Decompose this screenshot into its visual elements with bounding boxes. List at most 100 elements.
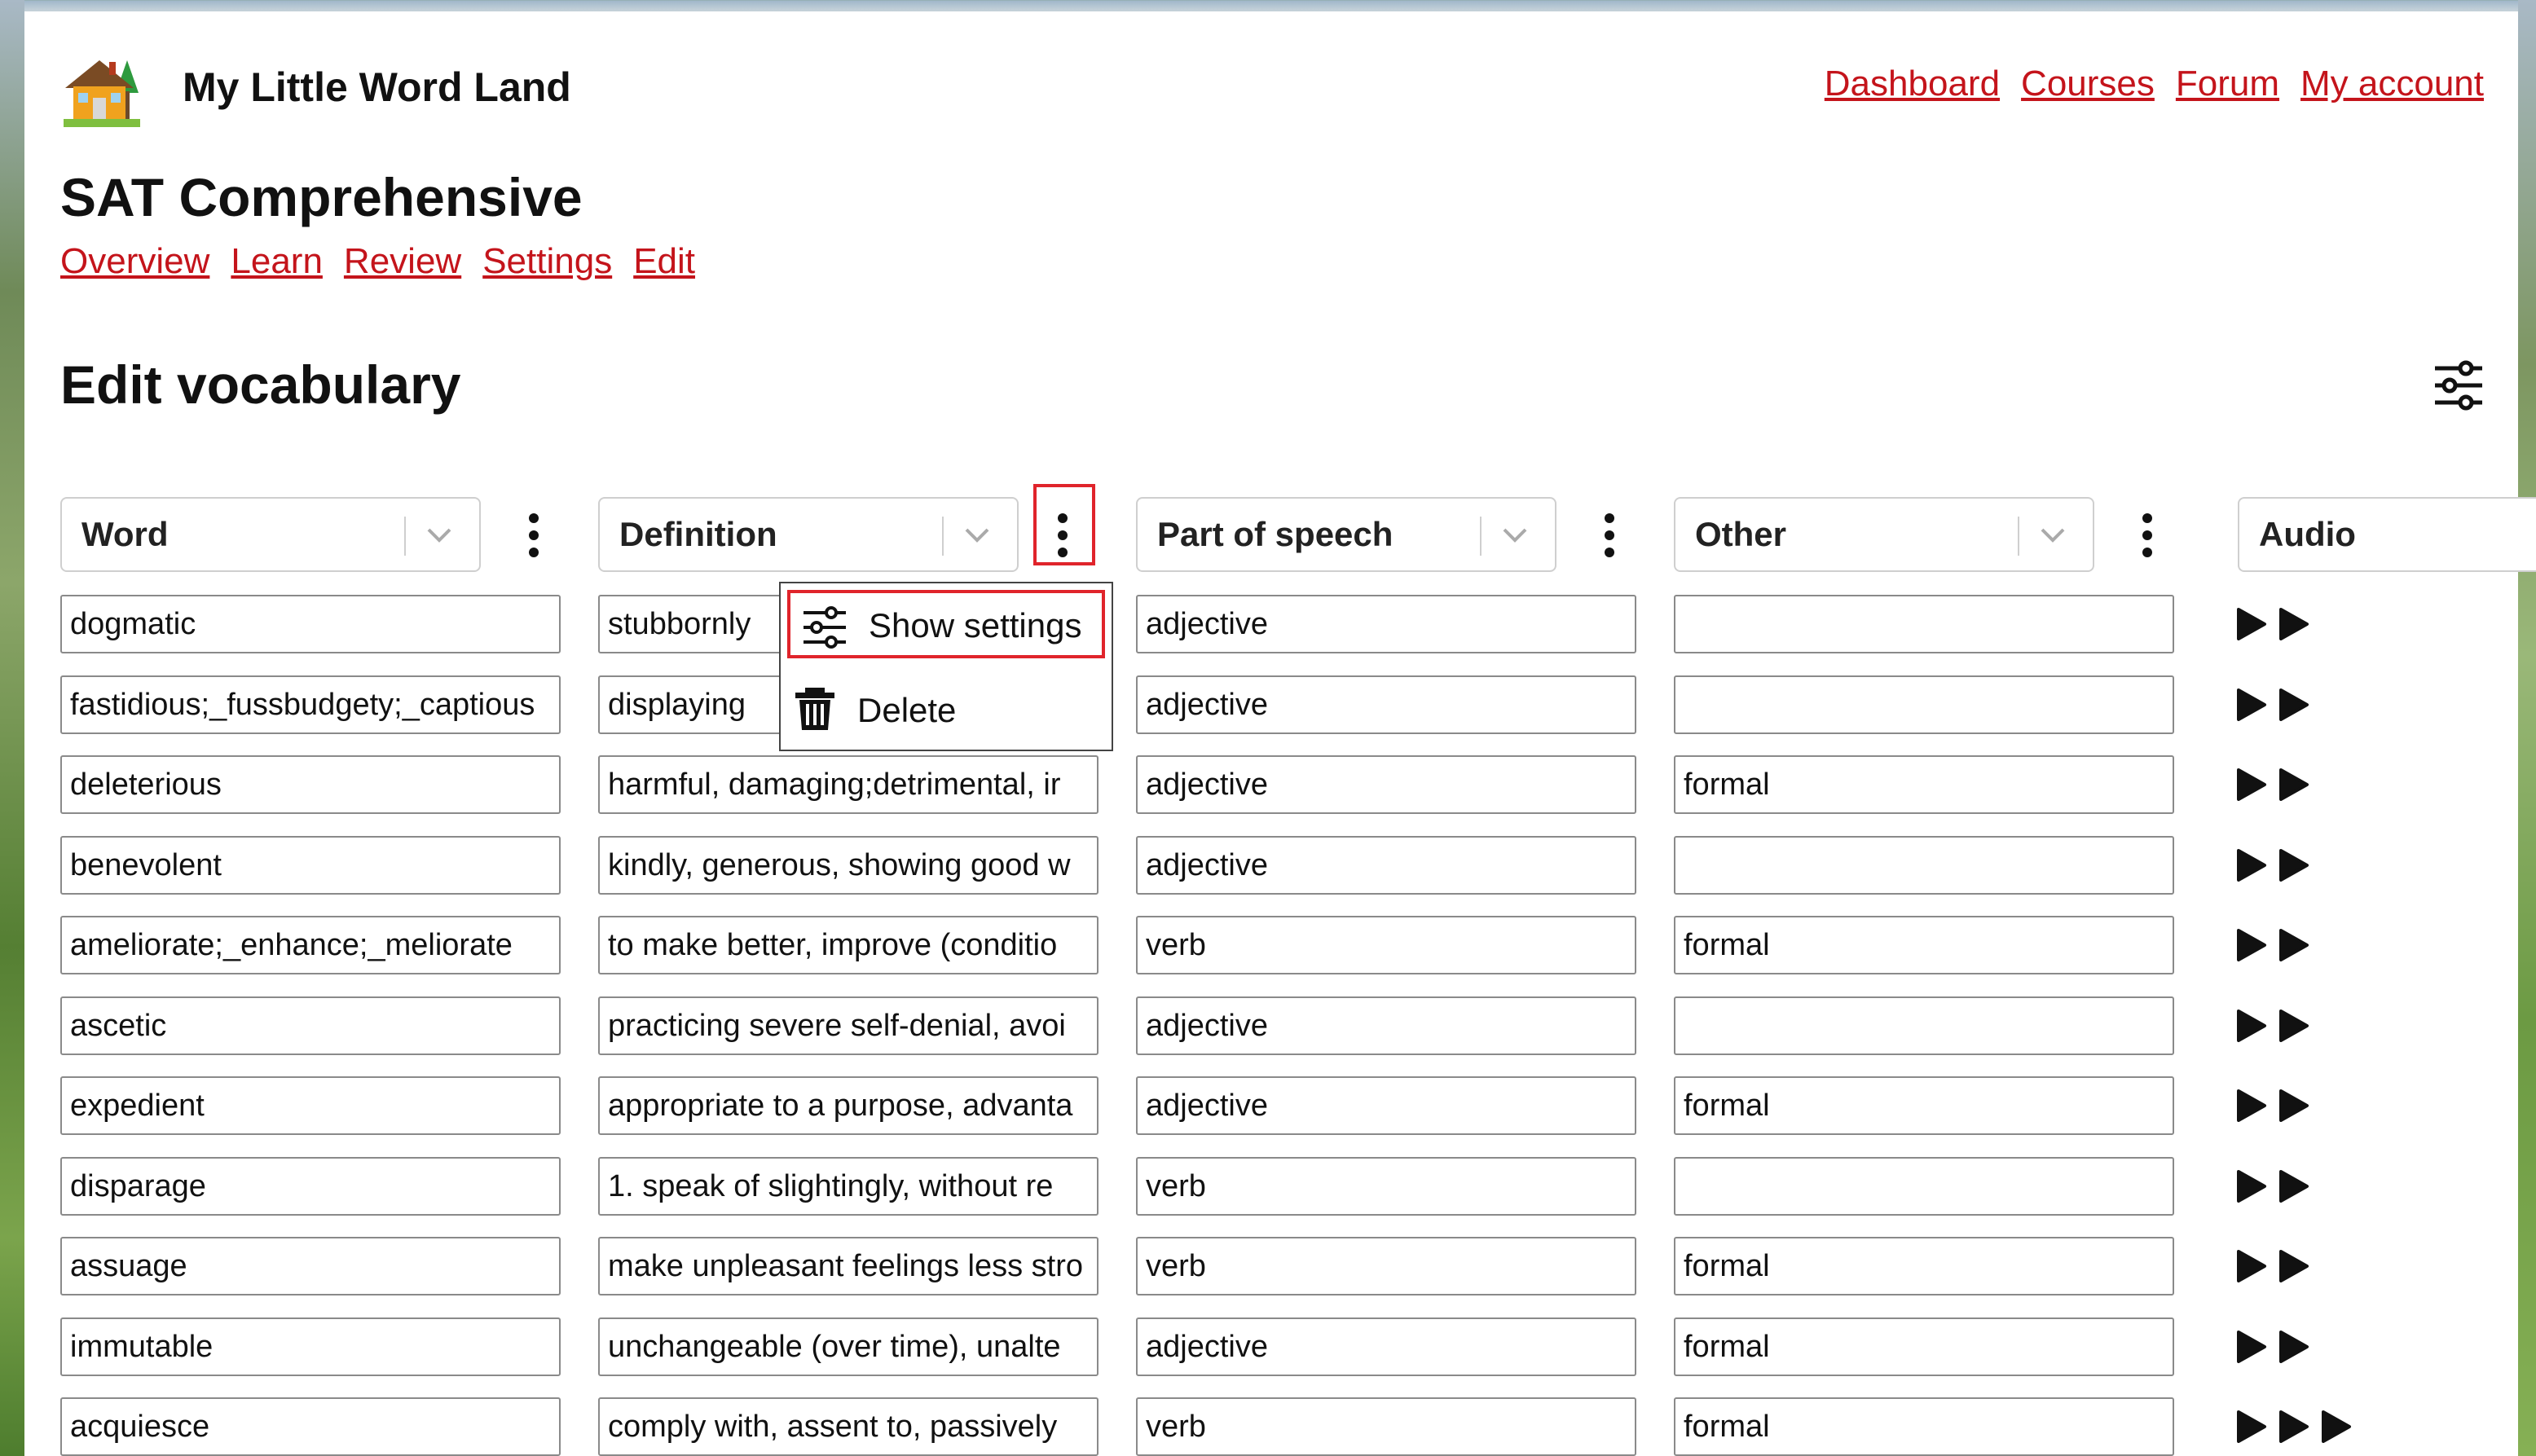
play-audio-icon[interactable] <box>2278 929 2309 961</box>
part-of-speech-input[interactable]: verb <box>1136 1157 1636 1216</box>
other-input[interactable]: formal <box>1674 755 2174 814</box>
trash-icon <box>795 688 834 730</box>
word-input[interactable]: assuage <box>60 1237 561 1295</box>
other-input[interactable] <box>1674 836 2174 895</box>
chevron-down-icon[interactable] <box>955 513 999 557</box>
part-of-speech-input[interactable]: verb <box>1136 1397 1636 1456</box>
play-audio-icon[interactable] <box>2236 608 2267 640</box>
other-input[interactable] <box>1674 675 2174 734</box>
play-audio-icon[interactable] <box>2236 1170 2267 1203</box>
part-of-speech-input[interactable]: adjective <box>1136 1076 1636 1135</box>
word-input[interactable]: acquiesce <box>60 1397 561 1456</box>
other-input[interactable]: formal <box>1674 1237 2174 1295</box>
word-input[interactable]: ascetic <box>60 996 561 1055</box>
page-container: My Little Word Land Dashboard Courses Fo… <box>24 11 2536 1456</box>
nav-link-my-account[interactable]: My account <box>2300 64 2484 104</box>
play-audio-icon[interactable] <box>2236 1089 2267 1122</box>
word-input[interactable]: disparage <box>60 1157 561 1216</box>
tab-overview[interactable]: Overview <box>60 241 209 282</box>
definition-input[interactable]: harmful, damaging;detrimental, ir <box>598 755 1098 814</box>
part-of-speech-input[interactable]: adjective <box>1136 755 1636 814</box>
play-audio-icon[interactable] <box>2278 1250 2309 1282</box>
part-of-speech-input[interactable]: adjective <box>1136 675 1636 734</box>
play-audio-icon[interactable] <box>2278 768 2309 801</box>
column-select-word[interactable]: Word <box>60 497 481 572</box>
tab-edit[interactable]: Edit <box>633 241 695 282</box>
audio-cell <box>2236 1397 2352 1456</box>
other-input[interactable]: formal <box>1674 1076 2174 1135</box>
play-audio-icon[interactable] <box>2278 688 2309 721</box>
play-audio-icon[interactable] <box>2236 1010 2267 1042</box>
nav-link-courses[interactable]: Courses <box>2021 64 2155 104</box>
column-select-part-of-speech[interactable]: Part of speech <box>1136 497 1556 572</box>
column-menu-button-word[interactable] <box>505 497 562 572</box>
part-of-speech-input[interactable]: adjective <box>1136 836 1636 895</box>
word-input[interactable]: fastidious;_fussbudgety;_captious <box>60 675 561 734</box>
play-audio-icon[interactable] <box>2236 929 2267 961</box>
play-audio-icon[interactable] <box>2236 1250 2267 1282</box>
column-menu-button-other[interactable] <box>2119 497 2176 572</box>
word-input[interactable]: dogmatic <box>60 595 561 653</box>
part-of-speech-input[interactable]: adjective <box>1136 1317 1636 1376</box>
site-title[interactable]: My Little Word Land <box>183 64 571 111</box>
part-of-speech-input[interactable]: adjective <box>1136 595 1636 653</box>
play-audio-icon[interactable] <box>2278 1331 2309 1363</box>
word-input[interactable]: deleterious <box>60 755 561 814</box>
word-input[interactable]: immutable <box>60 1317 561 1376</box>
part-of-speech-input[interactable]: verb <box>1136 1237 1636 1295</box>
tab-learn[interactable]: Learn <box>231 241 323 282</box>
part-of-speech-input[interactable]: verb <box>1136 916 1636 974</box>
play-audio-icon[interactable] <box>2236 768 2267 801</box>
other-input[interactable] <box>1674 595 2174 653</box>
other-input[interactable]: formal <box>1674 1317 2174 1376</box>
definition-input[interactable]: 1. speak of slightingly, without re <box>598 1157 1098 1216</box>
tab-settings[interactable]: Settings <box>482 241 612 282</box>
play-audio-icon[interactable] <box>2321 1410 2352 1443</box>
tab-review[interactable]: Review <box>344 241 461 282</box>
sliders-settings-icon[interactable] <box>2432 359 2485 412</box>
play-audio-icon[interactable] <box>2236 1410 2267 1443</box>
play-audio-icon[interactable] <box>2236 688 2267 721</box>
play-audio-icon[interactable] <box>2236 849 2267 882</box>
column-select-other[interactable]: Other <box>1674 497 2094 572</box>
chevron-down-icon[interactable] <box>1493 513 1537 557</box>
menu-item-delete[interactable]: Delete <box>787 675 1105 743</box>
other-input[interactable] <box>1674 1157 2174 1216</box>
nav-link-dashboard[interactable]: Dashboard <box>1825 64 2000 104</box>
chevron-down-icon[interactable] <box>2031 513 2075 557</box>
definition-input[interactable]: unchangeable (over time), unalte <box>598 1317 1098 1376</box>
nav-link-forum[interactable]: Forum <box>2176 64 2279 104</box>
play-audio-icon[interactable] <box>2236 1331 2267 1363</box>
play-audio-icon[interactable] <box>2278 1089 2309 1122</box>
other-input[interactable] <box>1674 996 2174 1055</box>
chevron-down-icon[interactable] <box>417 513 461 557</box>
definition-input[interactable]: kindly, generous, showing good w <box>598 836 1098 895</box>
sliders-icon <box>804 606 846 649</box>
audio-cell <box>2236 1317 2309 1376</box>
play-audio-icon[interactable] <box>2278 1170 2309 1203</box>
menu-item-label: Show settings <box>869 606 1082 644</box>
part-of-speech-input[interactable]: adjective <box>1136 996 1636 1055</box>
column-menu-button-part-of-speech[interactable] <box>1581 497 1638 572</box>
play-audio-icon[interactable] <box>2278 849 2309 882</box>
column-header-audio[interactable]: Audio <box>2238 497 2536 572</box>
play-audio-icon[interactable] <box>2278 1010 2309 1042</box>
other-input[interactable]: formal <box>1674 1397 2174 1456</box>
column-select-definition[interactable]: Definition <box>598 497 1019 572</box>
word-input[interactable]: expedient <box>60 1076 561 1135</box>
definition-input[interactable]: appropriate to a purpose, advanta <box>598 1076 1098 1135</box>
column-menu-button-definition[interactable] <box>1033 484 1095 565</box>
definition-input[interactable]: make unpleasant feelings less stro <box>598 1237 1098 1295</box>
play-audio-icon[interactable] <box>2278 608 2309 640</box>
definition-input[interactable]: practicing severe self-denial, avoi <box>598 996 1098 1055</box>
audio-cell <box>2236 996 2309 1055</box>
column-context-menu: Show settings Delete <box>779 582 1113 751</box>
word-input[interactable]: benevolent <box>60 836 561 895</box>
audio-cell <box>2236 1157 2309 1216</box>
play-audio-icon[interactable] <box>2278 1410 2309 1443</box>
definition-input[interactable]: comply with, assent to, passively <box>598 1397 1098 1456</box>
menu-item-show-settings[interactable]: Show settings <box>787 590 1105 658</box>
other-input[interactable]: formal <box>1674 916 2174 974</box>
word-input[interactable]: ameliorate;_enhance;_meliorate <box>60 916 561 974</box>
definition-input[interactable]: to make better, improve (conditio <box>598 916 1098 974</box>
